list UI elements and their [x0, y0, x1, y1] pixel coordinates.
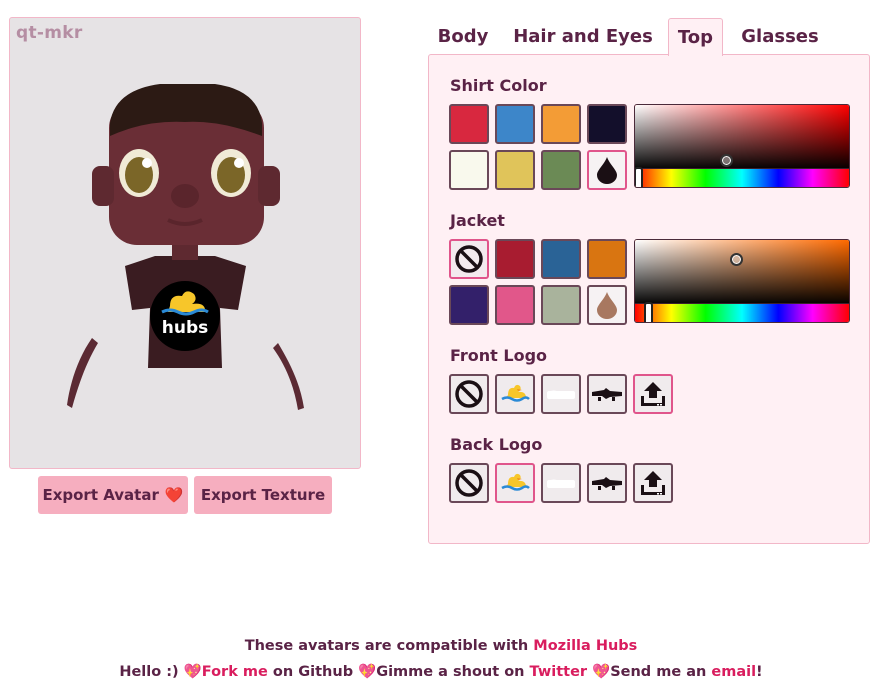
avatar-preview[interactable]: hubs qt-mkr [9, 17, 361, 469]
front-logo-title: Front Logo [450, 346, 548, 365]
front-logo-gator[interactable] [587, 374, 627, 414]
gator-icon [592, 477, 622, 490]
export-avatar-button[interactable]: Export Avatar ❤️ [38, 476, 188, 514]
shirt-hue-handle[interactable] [635, 167, 643, 187]
export-texture-label: Export Texture [200, 486, 326, 504]
shirt-swatch-navy[interactable] [587, 104, 627, 144]
jacket-swatch-sage[interactable] [541, 285, 581, 325]
none-icon [455, 469, 483, 497]
front-logo-duck[interactable] [495, 374, 535, 414]
nose [171, 184, 199, 208]
none-icon [455, 245, 483, 273]
footer-compatibility: These avatars are compatible with Mozill… [0, 638, 882, 654]
jacket-swatch-pink[interactable] [495, 285, 535, 325]
jacket-hue-bar[interactable] [635, 303, 849, 322]
jacket-title: Jacket [450, 211, 505, 230]
jacket-swatch-crimson[interactable] [495, 239, 535, 279]
shirt-swatch-mustard[interactable] [495, 150, 535, 190]
shirt-hue-bar[interactable] [635, 168, 849, 187]
back-logo-gator[interactable] [587, 463, 627, 503]
jacket-swatch-orange[interactable] [587, 239, 627, 279]
back-logo-none[interactable] [449, 463, 489, 503]
right-ear [258, 166, 280, 206]
tab-top[interactable]: Top [668, 18, 723, 56]
shirt-saturation-handle[interactable] [720, 154, 733, 167]
hubs-icon [547, 479, 575, 488]
jacket-swatch-blue[interactable] [541, 239, 581, 279]
tab-body[interactable]: Body [434, 18, 492, 55]
heart-icon: 💖 [358, 664, 377, 680]
right-eye-glint [234, 158, 244, 168]
left-arm [67, 338, 98, 408]
email-link[interactable]: email [711, 664, 756, 680]
duck-icon [501, 473, 530, 491]
jacket-saturation-area[interactable] [635, 240, 849, 305]
footer-links: Hello :) 💖Fork me on Github 💖Gimme a sho… [0, 663, 882, 680]
shirt-color-title: Shirt Color [450, 76, 547, 95]
heart-icon: 💖 [592, 664, 611, 680]
mozilla-hubs-link[interactable]: Mozilla Hubs [533, 638, 637, 654]
front-logo-hubs[interactable] [541, 374, 581, 414]
shirt-swatch-blue[interactable] [495, 104, 535, 144]
right-arm [273, 343, 304, 410]
export-avatar-label: Export Avatar [42, 486, 159, 504]
shirt-color-picker[interactable] [634, 104, 850, 188]
jacket-swatch-custom[interactable] [587, 285, 627, 325]
shirt-swatch-orange[interactable] [541, 104, 581, 144]
tab-hair-and-eyes[interactable]: Hair and Eyes [510, 18, 656, 55]
avatar-model: hubs [67, 84, 304, 410]
tab-glasses[interactable]: Glasses [738, 18, 822, 55]
footer-compat-text: These avatars are compatible with [244, 638, 534, 654]
jacket-hue-handle[interactable] [644, 302, 653, 322]
back-logo-hubs[interactable] [541, 463, 581, 503]
customization-panel: Shirt Color Jacket Front Logo Back Logo [428, 54, 870, 544]
shirt-saturation-area[interactable] [635, 105, 849, 170]
duck-icon [501, 384, 530, 402]
hubs-icon [547, 390, 575, 399]
back-logo-title: Back Logo [450, 435, 543, 454]
heart-icon: 💖 [183, 664, 202, 680]
front-logo-upload[interactable] [633, 374, 673, 414]
back-logo-duck[interactable] [495, 463, 535, 503]
drop-icon [597, 157, 617, 184]
shirt-logo-text: hubs [162, 318, 209, 338]
left-eye-glint [142, 158, 152, 168]
jacket-swatch-purple[interactable] [449, 285, 489, 325]
shirt-logo-circle [150, 281, 220, 351]
upload-icon [641, 382, 665, 406]
jacket-saturation-handle[interactable] [730, 253, 743, 266]
footer-bang: ! [756, 664, 763, 680]
jacket-color-picker[interactable] [634, 239, 850, 323]
front-logo-none[interactable] [449, 374, 489, 414]
footer-hello: Hello :) [119, 664, 184, 680]
gator-icon [592, 388, 622, 401]
fork-me-link[interactable]: Fork me [202, 664, 268, 680]
app-name: qt-mkr [16, 23, 83, 43]
drop-icon [597, 292, 617, 319]
jacket-swatch-none[interactable] [449, 239, 489, 279]
back-logo-upload[interactable] [633, 463, 673, 503]
shirt-swatch-cream[interactable] [449, 150, 489, 190]
shirt-swatch-olive[interactable] [541, 150, 581, 190]
footer-send: Send me an [610, 664, 712, 680]
footer-gimme: Gimme a shout on [376, 664, 530, 680]
export-texture-button[interactable]: Export Texture [194, 476, 332, 514]
shirt-swatch-custom[interactable] [587, 150, 627, 190]
heart-icon: ❤️ [164, 486, 184, 504]
left-ear [92, 166, 114, 206]
shirt-swatch-red[interactable] [449, 104, 489, 144]
twitter-link[interactable]: Twitter [530, 664, 588, 680]
footer-on-github: on Github [267, 664, 359, 680]
upload-icon [641, 471, 665, 495]
none-icon [455, 380, 483, 408]
